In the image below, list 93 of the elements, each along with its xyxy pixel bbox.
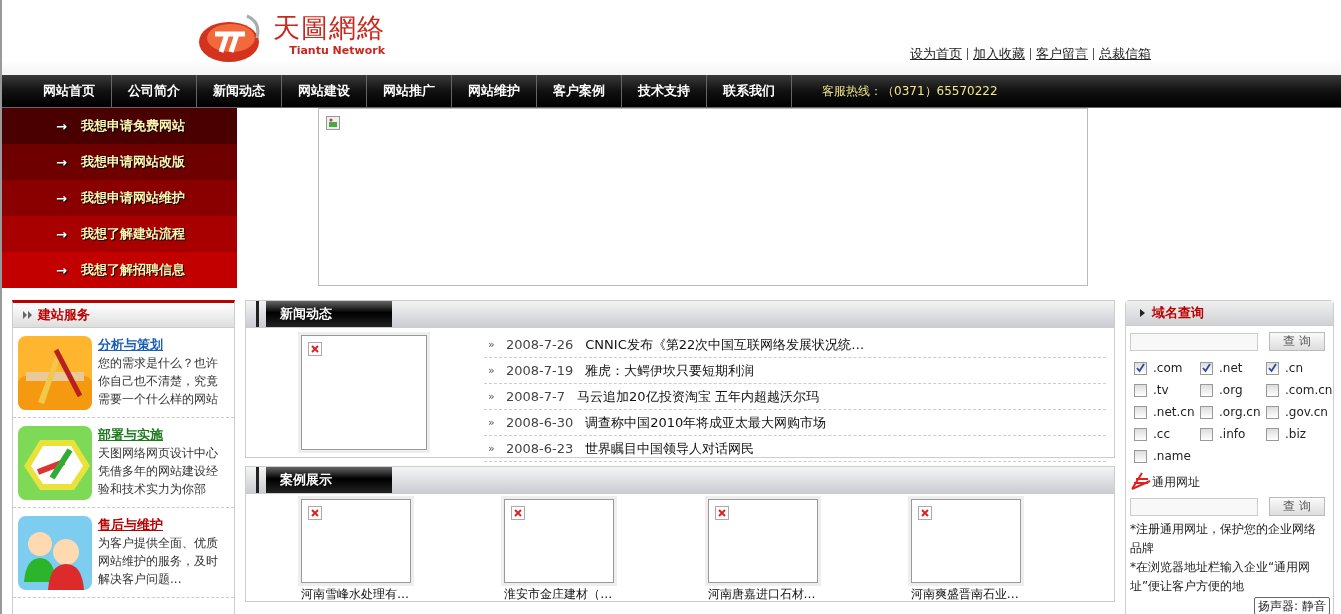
pencils-icon bbox=[18, 426, 92, 500]
checkbox-label: .net bbox=[1219, 361, 1243, 375]
nav-link[interactable]: 技术支持 bbox=[622, 75, 707, 107]
checkbox-label: .org bbox=[1219, 383, 1243, 397]
news-date: 2008-7-7 bbox=[506, 389, 565, 404]
quick-menu-item[interactable]: → 我想申请网站改版 bbox=[2, 144, 237, 180]
broken-image-icon bbox=[308, 342, 322, 356]
case-link[interactable]: 河南爽盛晋南石业… bbox=[910, 587, 1019, 601]
header-link[interactable]: 总裁信箱 bbox=[1099, 45, 1151, 63]
nav-link[interactable]: 客户案例 bbox=[537, 75, 622, 107]
checkbox[interactable] bbox=[1134, 449, 1147, 463]
header-link[interactable]: 设为首页 bbox=[910, 45, 962, 63]
bullet-icon: » bbox=[484, 416, 506, 429]
nav-link[interactable]: 网站维护 bbox=[452, 75, 537, 107]
checkbox[interactable] bbox=[1134, 405, 1147, 419]
nav-link[interactable]: 公司简介 bbox=[112, 75, 197, 107]
checkbox[interactable] bbox=[1134, 427, 1147, 441]
broken-image-icon bbox=[308, 506, 322, 520]
search-button[interactable]: 查 询 bbox=[1269, 497, 1325, 516]
bullet-icon: » bbox=[484, 390, 506, 403]
broken-image-icon bbox=[511, 506, 526, 520]
checkbox-label: .tv bbox=[1153, 383, 1169, 397]
news-link[interactable]: CNNIC发布《第22次中国互联网络发展状况统… bbox=[585, 335, 865, 354]
box-title: 建站服务 bbox=[38, 306, 90, 324]
quick-menu-item[interactable]: → 我想了解招聘信息 bbox=[2, 252, 237, 288]
search-button[interactable]: 查 询 bbox=[1269, 332, 1325, 351]
tooltip: 扬声器: 静音 bbox=[1254, 597, 1330, 614]
news-link[interactable]: 调查称中国2010年将成亚太最大网购市场 bbox=[585, 413, 827, 432]
logo-subtitle: Tiantu Network bbox=[289, 44, 385, 58]
checkbox[interactable] bbox=[1200, 383, 1213, 397]
box-title: 域名查询 bbox=[1152, 304, 1204, 322]
checkbox-label: .biz bbox=[1285, 427, 1307, 441]
case-link[interactable]: 河南雪峰水处理有… bbox=[301, 587, 409, 601]
case-link[interactable]: 淮安市金庄建材（… bbox=[504, 587, 613, 601]
people-icon bbox=[18, 516, 92, 590]
checkbox[interactable] bbox=[1134, 361, 1147, 375]
triangle-icon bbox=[1140, 309, 1145, 317]
header-link[interactable]: 客户留言 bbox=[1036, 45, 1088, 63]
checkbox[interactable] bbox=[1266, 427, 1279, 441]
checkbox[interactable] bbox=[1266, 361, 1279, 375]
nav-link[interactable]: 联系我们 bbox=[707, 75, 792, 107]
checkbox[interactable] bbox=[1200, 427, 1213, 441]
checkbox-label: .com bbox=[1153, 361, 1183, 375]
news-date: 2008-7-26 bbox=[506, 337, 574, 352]
nav-link[interactable]: 新闻动态 bbox=[197, 75, 282, 107]
nav-link[interactable]: 网站首页 bbox=[27, 75, 112, 107]
hotline-text: 客服热线：（0371）65570222 bbox=[822, 82, 998, 100]
checkbox[interactable] bbox=[1200, 361, 1213, 375]
checkbox-label: .cn bbox=[1285, 361, 1304, 375]
checkbox[interactable] bbox=[1134, 383, 1147, 397]
quick-menu-item[interactable]: → 我想申请免费网站 bbox=[2, 108, 237, 144]
service-link[interactable]: 部署与实施 bbox=[98, 426, 220, 444]
note-text: *在浏览器地址栏输入企业“通用网址”便让客户方便的地 bbox=[1129, 559, 1312, 595]
broken-image-icon bbox=[714, 506, 729, 520]
header-link[interactable]: 加入收藏 bbox=[973, 45, 1025, 63]
bullet-icon: » bbox=[484, 442, 506, 455]
service-description: 为客户提供全面、优质网站维护的服务，及时解决客户问题... bbox=[98, 535, 219, 588]
case-link[interactable]: 河南唐嘉进口石材… bbox=[707, 587, 816, 601]
service-description: 天图网络网页设计中心凭借多年的网站建设经验和技术实力为你部 bbox=[98, 445, 219, 498]
service-link[interactable]: 分析与策划 bbox=[98, 336, 220, 354]
checkbox-label: .name bbox=[1153, 449, 1191, 463]
news-link[interactable]: 马云追加20亿投资淘宝 五年内超越沃尔玛 bbox=[577, 387, 819, 406]
news-date: 2008-6-30 bbox=[506, 415, 574, 430]
checkbox-label: .org.cn bbox=[1219, 405, 1261, 419]
quick-menu-item[interactable]: → 我想申请网站维护 bbox=[2, 180, 237, 216]
service-link[interactable]: 售后与维护 bbox=[98, 516, 220, 534]
checkbox-label: .gov.cn bbox=[1285, 405, 1328, 419]
news-date: 2008-7-19 bbox=[506, 363, 574, 378]
logo-title: 天圖網絡 bbox=[273, 12, 385, 44]
bullet-icon: » bbox=[484, 364, 506, 377]
domain-input-field[interactable] bbox=[1130, 332, 1258, 351]
keyword-input-field[interactable] bbox=[1130, 497, 1258, 516]
pencil-ruler-icon bbox=[18, 336, 92, 410]
news-date: 2008-6-23 bbox=[506, 441, 574, 456]
checkbox[interactable] bbox=[1266, 383, 1279, 397]
checkbox-label: .com.cn bbox=[1285, 383, 1333, 397]
double-arrow-icon bbox=[23, 311, 32, 319]
service-description: 您的需求是什么？也许你自己也不清楚，究竟需要一个什么样的网站 bbox=[98, 355, 219, 408]
keyword-label: 通用网址 bbox=[1152, 474, 1200, 491]
checkbox-label: .info bbox=[1219, 427, 1246, 441]
news-link[interactable]: 雅虎：大鳄伊坎只要短期利润 bbox=[585, 361, 755, 380]
news-link[interactable]: 世界瞩目中国领导人对话网民 bbox=[585, 439, 755, 458]
quick-menu-item[interactable]: → 我想了解建站流程 bbox=[2, 216, 237, 252]
bullet-icon: » bbox=[484, 338, 506, 351]
checkbox-label: .net.cn bbox=[1153, 405, 1195, 419]
broken-image-icon bbox=[326, 116, 340, 130]
nav-link[interactable]: 网站推广 bbox=[367, 75, 452, 107]
broken-image-icon bbox=[917, 506, 932, 520]
nav-link[interactable]: 网站建设 bbox=[282, 75, 367, 107]
note-text: *注册通用网址，保护您的企业网络品牌 bbox=[1129, 521, 1317, 557]
checkbox[interactable] bbox=[1200, 405, 1213, 419]
checkbox[interactable] bbox=[1266, 405, 1279, 419]
checkbox-label: .cc bbox=[1153, 427, 1170, 441]
